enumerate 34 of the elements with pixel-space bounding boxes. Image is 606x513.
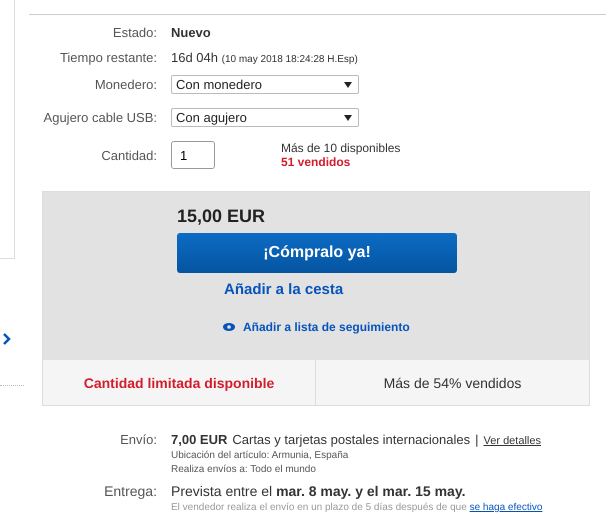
field-label: Envío:: [119, 432, 157, 449]
option-dropdown[interactable]: Con agujero: [171, 108, 359, 127]
delivery-note: El vendedor realiza el envío en un plazo de 5 días después de que se haga efectivo: [171, 502, 544, 513]
field-label: Cantidad:: [100, 148, 157, 162]
buy-now-button[interactable]: ¡Cómpralo ya!: [177, 233, 457, 273]
separator: |: [475, 432, 478, 447]
field-label: Estado:: [112, 25, 157, 40]
caret-down-icon: [344, 114, 352, 120]
option-dropdown[interactable]: Con monedero: [171, 75, 359, 94]
condition-value: Nuevo: [171, 25, 212, 40]
field-label: Entrega:: [103, 483, 157, 501]
field-label: Monedero:: [94, 77, 157, 92]
availability-text: Más de 10 disponibles: [281, 141, 400, 155]
payment-link[interactable]: se haga efectivo: [470, 502, 542, 513]
watchlist-link[interactable]: Añadir a lista de seguimiento: [243, 320, 410, 334]
shipping-service: Cartas y tarjetas postales internacionales: [232, 432, 470, 447]
eye-icon: [223, 323, 235, 331]
caret-down-icon: [344, 82, 352, 88]
price: 15,00 EUR: [177, 206, 266, 227]
chevron-right-icon[interactable]: [2, 332, 12, 346]
quantity-field[interactable]: 1: [171, 141, 215, 169]
sold-count: 51 vendidos: [281, 155, 352, 169]
ships-to: Realiza envíos a: Todo el mundo: [171, 464, 317, 475]
shipping-price: 7,00 EUR: [171, 432, 228, 447]
details-link[interactable]: Ver detalles: [484, 435, 541, 447]
item-location: Ubicación del artículo: Armunia, España: [171, 450, 350, 461]
end-date: (10 may 2018 18:24:28 H.Esp): [222, 54, 358, 65]
field-label: Tiempo restante:: [58, 50, 157, 65]
time-left: 16d 04h: [171, 50, 218, 65]
field-label: Agujero cable USB:: [42, 110, 157, 125]
sold-share-text: Más de 54% vendidos: [382, 374, 522, 392]
delivery-estimate: Prevista entre el mar. 8 may. y el mar. 15 may.: [171, 483, 466, 499]
urgency-text: Cantidad limitada disponible: [43, 360, 316, 405]
add-to-cart-link[interactable]: Añadir a la cesta: [224, 281, 344, 298]
